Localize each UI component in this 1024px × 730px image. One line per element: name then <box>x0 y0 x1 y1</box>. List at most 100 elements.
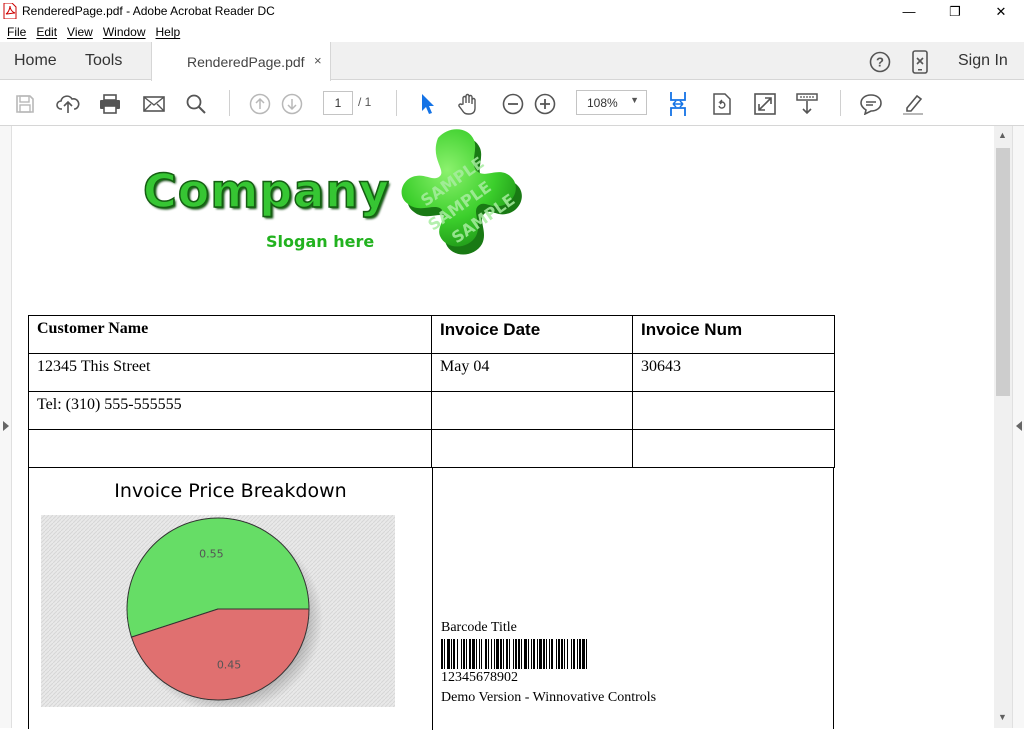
header-customer-name: Customer Name <box>28 315 432 354</box>
right-panel-toggle[interactable] <box>1012 126 1024 728</box>
highlight-pen-icon[interactable] <box>900 91 926 117</box>
close-window-button[interactable]: ✕ <box>978 0 1024 23</box>
help-icon[interactable]: ? <box>869 51 891 73</box>
zoom-out-icon[interactable] <box>500 91 526 117</box>
download-icon[interactable] <box>794 91 820 117</box>
expand-right-icon <box>1016 421 1022 431</box>
select-cursor-icon[interactable] <box>414 91 440 117</box>
table-row: 12345 This Street May 04 30643 <box>28 353 835 392</box>
full-screen-icon[interactable] <box>752 91 778 117</box>
table-cell: Tel: (310) 555-555555 <box>28 391 432 430</box>
previous-page-icon[interactable] <box>247 91 273 117</box>
print-icon[interactable] <box>97 91 123 117</box>
company-logo-icon: SAMPLE SAMPLE SAMPLE <box>401 129 522 255</box>
pie-slice-label: 0.45 <box>217 659 242 672</box>
scroll-down-icon[interactable]: ▼ <box>998 712 1007 722</box>
barcode-bar <box>513 639 514 669</box>
barcode-bar <box>518 639 520 669</box>
tab-document[interactable]: RenderedPage.pdf × <box>151 42 331 81</box>
table-row: Tel: (310) 555-555555 <box>28 391 835 430</box>
scroll-up-icon[interactable]: ▲ <box>998 130 1007 140</box>
barcode-bar <box>539 639 542 669</box>
barcode-bar <box>496 639 499 669</box>
barcode-bar <box>577 639 578 669</box>
left-panel-toggle[interactable] <box>0 126 12 728</box>
zoom-value: 108% <box>587 96 618 110</box>
cloud-upload-icon[interactable] <box>55 91 81 117</box>
search-icon[interactable] <box>183 91 209 117</box>
barcode-bar <box>447 639 450 669</box>
table-cell <box>632 429 835 468</box>
toolbar-divider <box>396 90 397 116</box>
barcode-bar <box>515 639 517 669</box>
barcode-bar <box>494 639 495 669</box>
pie-slice-label: 0.55 <box>199 547 224 560</box>
menu-help[interactable]: Help <box>151 23 186 42</box>
page-total: / 1 <box>358 95 372 109</box>
header-invoice-num: Invoice Num <box>632 315 835 354</box>
barcode-bar <box>573 639 575 669</box>
barcode-bar <box>509 639 510 669</box>
comment-icon[interactable] <box>858 91 884 117</box>
barcode-bar <box>582 639 585 669</box>
menu-view[interactable]: View <box>62 23 98 42</box>
barcode-bar <box>531 639 532 669</box>
document-tab-label: RenderedPage.pdf <box>187 54 305 70</box>
barcode-bar <box>524 639 527 669</box>
barcode-bar <box>472 639 475 669</box>
toolbar-divider <box>840 90 841 116</box>
zoom-dropdown[interactable]: 108% ▼ <box>576 90 647 115</box>
menu-file[interactable]: File <box>2 23 31 42</box>
email-icon[interactable] <box>141 91 167 117</box>
barcode-bar <box>528 639 529 669</box>
table-cell: May 04 <box>431 353 633 392</box>
barcode-bar <box>521 639 522 669</box>
zoom-in-icon[interactable] <box>532 91 558 117</box>
barcode-bar <box>500 639 502 669</box>
menu-window[interactable]: Window <box>98 23 151 42</box>
scroll-mode-icon[interactable] <box>665 91 691 117</box>
barcode-bar <box>488 639 489 669</box>
save-icon[interactable] <box>12 91 38 117</box>
tab-home[interactable]: Home <box>14 52 57 70</box>
rotate-page-icon[interactable] <box>709 91 735 117</box>
barcode-bar <box>485 639 487 669</box>
window-title: RenderedPage.pdf - Adobe Acrobat Reader … <box>22 4 275 18</box>
barcode-bar <box>451 639 452 669</box>
barcode-bar <box>546 639 547 669</box>
barcode-bar <box>537 639 538 669</box>
restore-button[interactable]: ❐ <box>932 0 978 23</box>
slogan: Slogan here <box>266 232 375 251</box>
next-page-icon[interactable] <box>279 91 305 117</box>
company-logo-text: Company <box>142 163 390 219</box>
header-invoice-date: Invoice Date <box>431 315 633 354</box>
svg-text:?: ? <box>876 55 884 70</box>
table-cell <box>431 391 633 430</box>
menu-bar: File Edit View Window Help <box>0 23 1024 42</box>
sign-in-link[interactable]: Sign In <box>958 52 1008 70</box>
close-tab-button[interactable]: × <box>314 53 322 68</box>
minimize-button[interactable]: — <box>886 0 932 23</box>
page-number-input[interactable]: 1 <box>323 91 353 115</box>
barcode-bar <box>441 639 443 669</box>
menu-edit[interactable]: Edit <box>31 23 62 42</box>
barcode-bar <box>481 639 482 669</box>
title-bar: RenderedPage.pdf - Adobe Acrobat Reader … <box>0 0 1024 23</box>
barcode-bar <box>561 639 563 669</box>
barcode-bar <box>579 639 581 669</box>
scrollbar-thumb[interactable] <box>996 148 1010 396</box>
barcode-bar <box>506 639 508 669</box>
chart-title: Invoice Price Breakdown <box>114 480 347 502</box>
cell-divider <box>432 468 433 730</box>
vertical-scrollbar[interactable]: ▲ ▼ <box>994 126 1012 728</box>
barcode-image <box>441 639 587 669</box>
barcode-bar <box>567 639 568 669</box>
barcode-bar <box>533 639 535 669</box>
barcode-bar <box>453 639 455 669</box>
mobile-link-icon[interactable] <box>911 50 929 74</box>
barcode-bar <box>491 639 492 669</box>
tab-tools[interactable]: Tools <box>85 52 122 70</box>
barcode-bar <box>503 639 504 669</box>
hand-tool-icon[interactable] <box>456 91 482 117</box>
invoice-table: Customer Name Invoice Date Invoice Num 1… <box>28 315 835 468</box>
